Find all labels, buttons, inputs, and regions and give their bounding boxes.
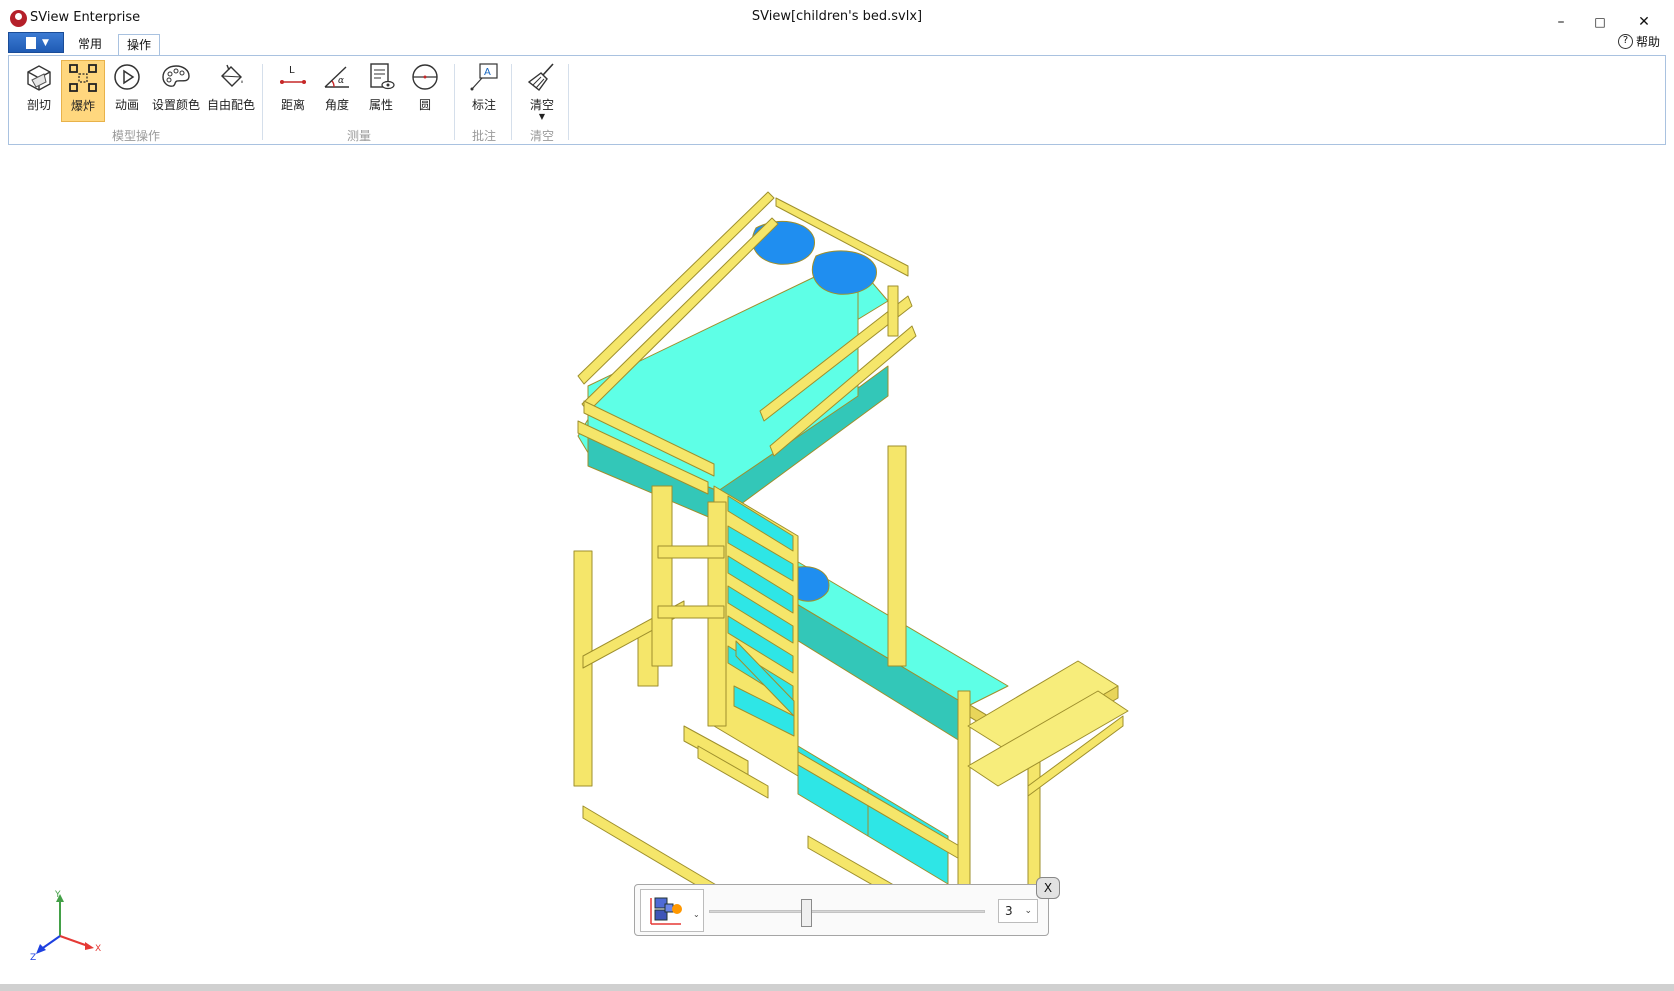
group-divider bbox=[511, 64, 512, 140]
minimize-button[interactable]: – bbox=[1551, 13, 1571, 31]
svg-text:A: A bbox=[484, 67, 491, 78]
help-label: 帮助 bbox=[1635, 35, 1660, 49]
axis-z-label: Z bbox=[30, 953, 37, 963]
axis-y-label: Y bbox=[55, 890, 61, 900]
annotation-label: 标注 bbox=[471, 98, 496, 112]
paint-bucket-icon bbox=[221, 64, 243, 87]
3d-viewport[interactable] bbox=[8, 146, 1666, 984]
explode-slider-handle[interactable] bbox=[800, 899, 812, 927]
maximize-button[interactable]: □ bbox=[1590, 13, 1610, 31]
properties-button[interactable]: 属性 bbox=[359, 60, 403, 122]
ribbon-panel: 剖切 爆炸 动画 设置颜色 自由配色 模型操作 L 距离 α 角度 属性 圆 测… bbox=[8, 55, 1666, 145]
tab-operations[interactable]: 操作 bbox=[118, 34, 161, 56]
distance-button[interactable]: L 距离 bbox=[271, 60, 315, 122]
svg-text:L: L bbox=[289, 65, 295, 76]
annotation-icon: A bbox=[470, 63, 498, 91]
explode-level-value: 3 bbox=[1005, 904, 1013, 918]
title-bar: SView Enterprise SView[children's bed.sv… bbox=[0, 0, 1674, 32]
circle-button[interactable]: 圆 bbox=[403, 60, 447, 122]
bunk-bed-model[interactable] bbox=[8, 146, 1666, 984]
explode-panel-close-button[interactable]: X bbox=[1036, 877, 1060, 899]
group-label-annotate: 批注 bbox=[472, 129, 497, 143]
circle-icon bbox=[412, 64, 438, 90]
explode-mode-dropdown[interactable]: ⌄ bbox=[640, 889, 704, 932]
window-bottom-border bbox=[0, 984, 1674, 991]
free-color-label: 自由配色 bbox=[206, 98, 255, 112]
circle-label: 圆 bbox=[418, 98, 431, 112]
chevron-down-icon: ▼ bbox=[42, 38, 49, 48]
annotation-button[interactable]: A 标注 bbox=[462, 60, 506, 122]
explode-label: 爆炸 bbox=[70, 99, 95, 113]
help-button[interactable]: ? 帮助 bbox=[1617, 33, 1660, 50]
svg-text:α: α bbox=[338, 76, 344, 86]
clear-label: 清空 bbox=[529, 98, 554, 112]
axis-indicator: Y X Z bbox=[22, 888, 112, 968]
explode-icon bbox=[69, 64, 97, 92]
broom-icon bbox=[527, 63, 554, 92]
properties-icon bbox=[370, 63, 395, 90]
group-divider bbox=[454, 64, 455, 140]
explode-level-select[interactable]: 3 ⌄ bbox=[998, 899, 1038, 923]
group-divider bbox=[262, 64, 263, 140]
tab-common[interactable]: 常用 bbox=[70, 34, 110, 55]
explode-slider-track[interactable] bbox=[709, 910, 985, 913]
set-color-button[interactable]: 设置颜色 bbox=[151, 60, 201, 122]
set-color-label: 设置颜色 bbox=[151, 98, 200, 112]
section-button[interactable]: 剖切 bbox=[17, 60, 61, 122]
group-label-measure: 测量 bbox=[347, 129, 372, 143]
distance-icon: L bbox=[280, 65, 306, 84]
animation-button[interactable]: 动画 bbox=[105, 60, 149, 122]
clear-button[interactable]: 清空 ▼ bbox=[520, 60, 564, 122]
axis-x-label: X bbox=[95, 944, 102, 954]
palette-icon bbox=[162, 65, 190, 87]
group-label-model: 模型操作 bbox=[112, 129, 161, 143]
angle-label: 角度 bbox=[324, 98, 349, 112]
document-title: SView[children's bed.svlx] bbox=[751, 9, 923, 24]
section-cube-icon bbox=[27, 65, 51, 91]
dropdown-arrow-icon: ▼ bbox=[538, 112, 546, 121]
explode-button[interactable]: 爆炸 bbox=[61, 60, 105, 122]
svg-text:⌄: ⌄ bbox=[693, 910, 700, 919]
help-icon: ? bbox=[1617, 34, 1633, 49]
distance-label: 距离 bbox=[280, 98, 305, 112]
angle-icon: α bbox=[324, 66, 349, 88]
explode-control-panel: ⌄ 3 ⌄ bbox=[634, 884, 1049, 936]
animation-label: 动画 bbox=[114, 98, 139, 112]
chevron-down-icon: ⌄ bbox=[1024, 906, 1032, 916]
explode-mode-icon: ⌄ bbox=[650, 897, 700, 925]
group-divider bbox=[568, 64, 569, 140]
document-icon bbox=[26, 37, 36, 49]
free-color-button[interactable]: 自由配色 bbox=[206, 60, 256, 122]
play-icon bbox=[114, 64, 140, 90]
group-label-clear: 清空 bbox=[530, 129, 555, 143]
close-button[interactable]: ✕ bbox=[1634, 13, 1654, 31]
angle-button[interactable]: α 角度 bbox=[315, 60, 359, 122]
section-label: 剖切 bbox=[26, 98, 51, 112]
file-menu-button[interactable]: ▼ bbox=[8, 32, 64, 53]
properties-label: 属性 bbox=[368, 98, 393, 112]
